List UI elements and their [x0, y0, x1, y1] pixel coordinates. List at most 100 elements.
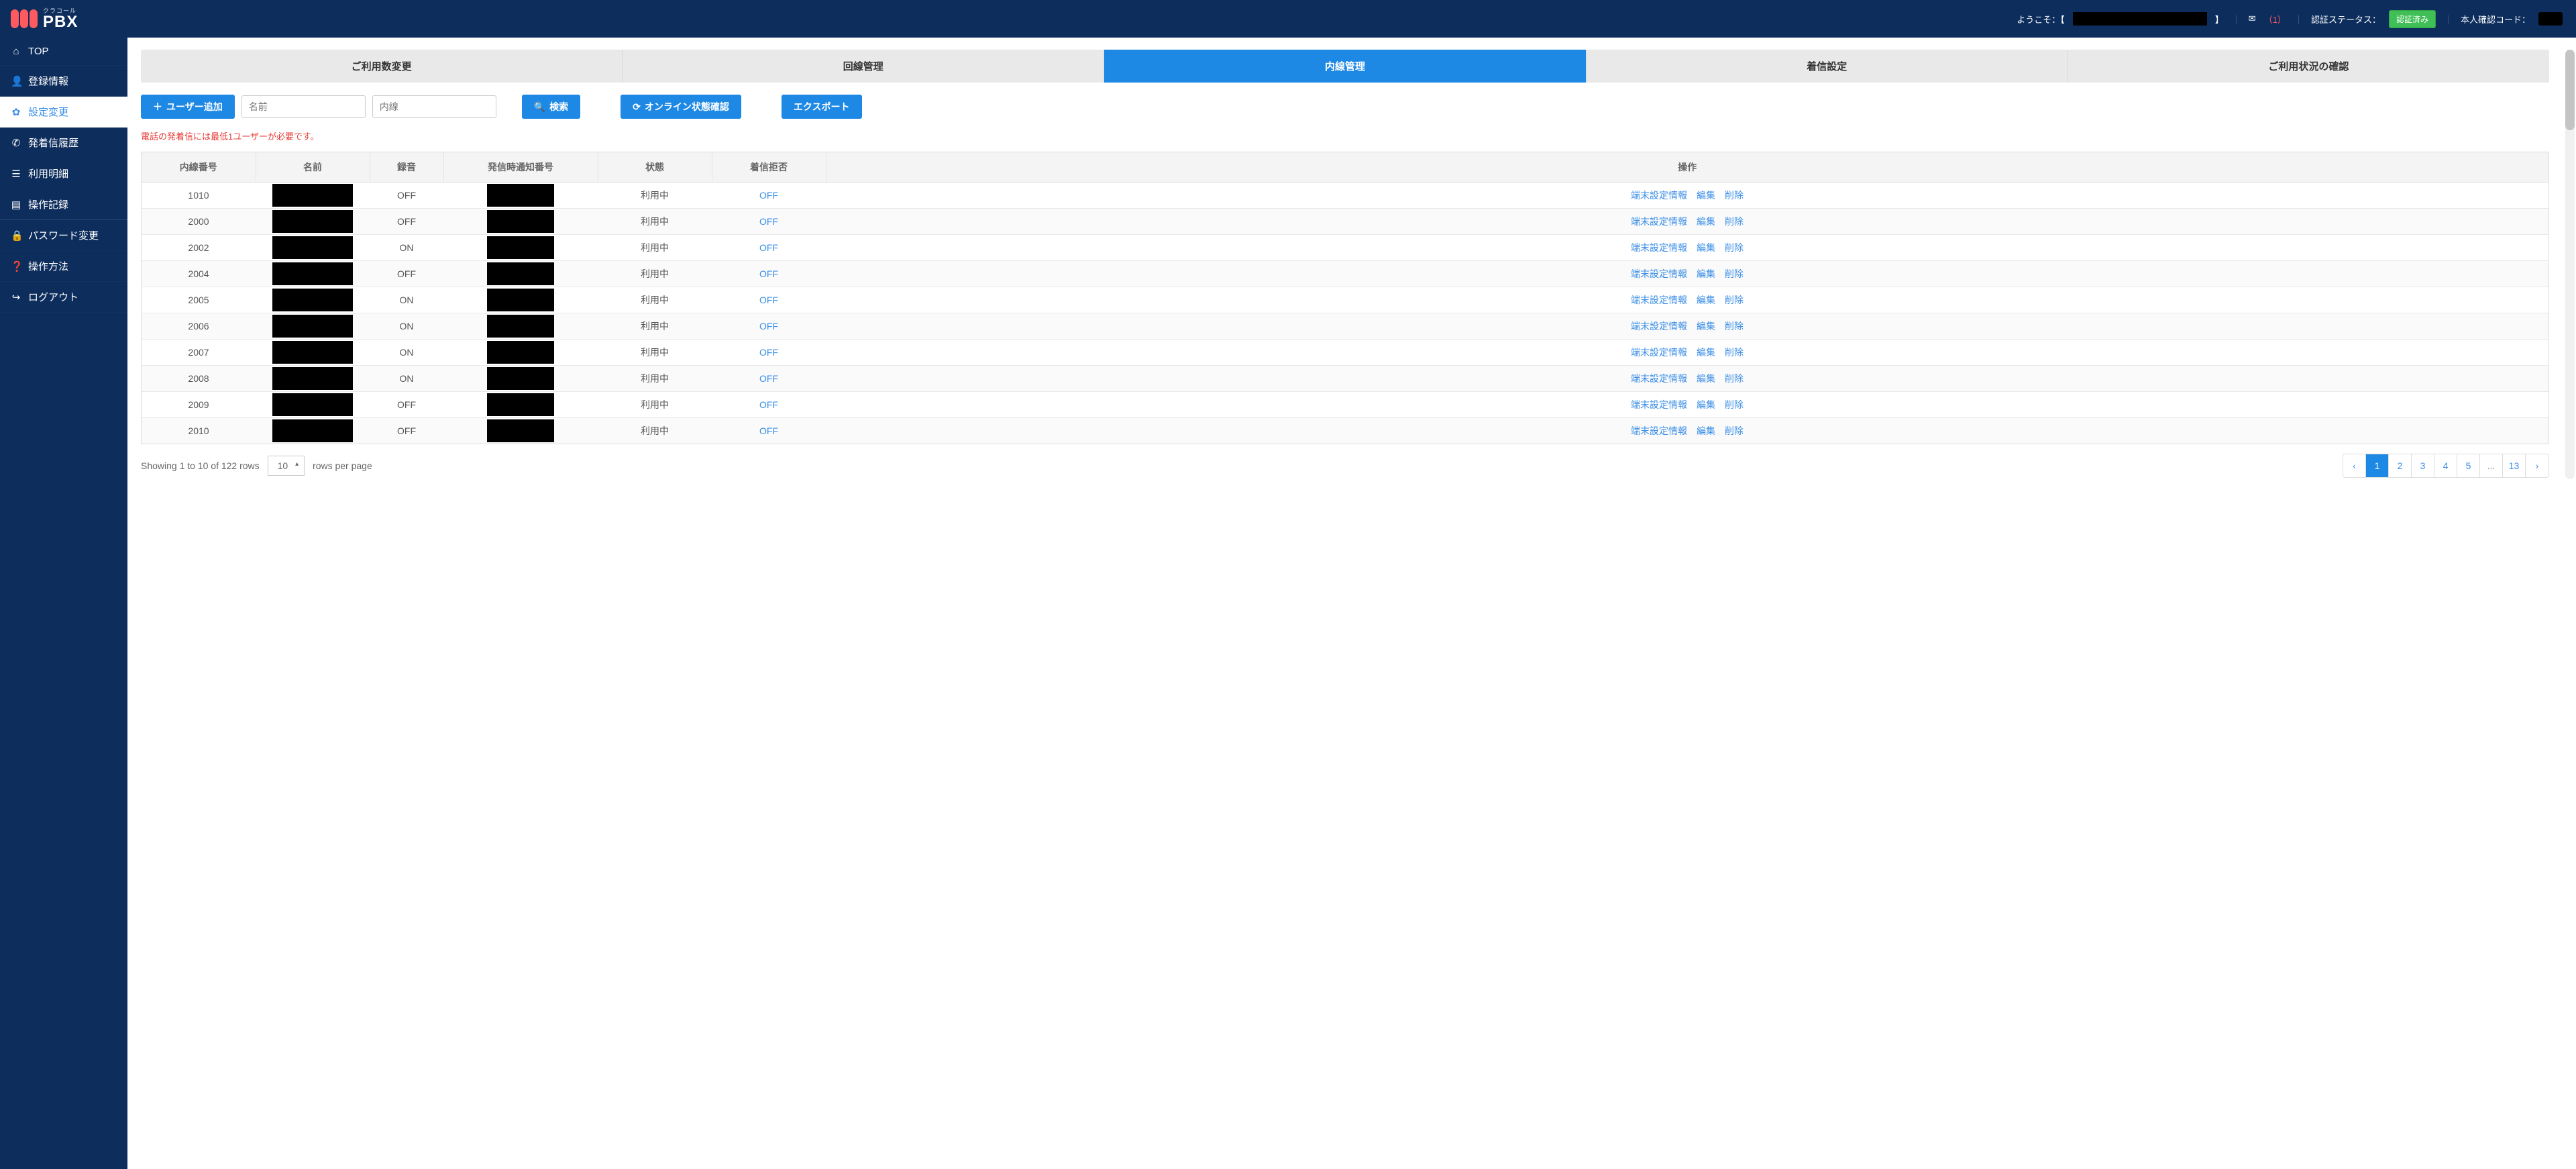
add-user-button[interactable]: ＋ ユーザー追加 — [141, 95, 235, 119]
showing-text: Showing 1 to 10 of 122 rows — [141, 460, 260, 471]
mail-icon[interactable]: ✉ — [2249, 13, 2256, 24]
cell-caller-id-redacted — [443, 366, 598, 392]
page-next[interactable]: › — [2526, 454, 2548, 477]
sidebar-item-登録情報[interactable]: 👤登録情報 — [0, 66, 127, 97]
rows-per-page-select[interactable]: 10 — [268, 456, 305, 476]
delete-link[interactable]: 削除 — [1725, 241, 1743, 254]
delete-link[interactable]: 削除 — [1725, 398, 1743, 411]
header-right: ようこそ：【 】 ｜ ✉ （1） ｜ 認証ステータス： 認証済み ｜ 本人確認コ… — [2017, 10, 2563, 28]
paginator: ‹12345...13› — [2343, 454, 2549, 478]
sidebar-item-設定変更[interactable]: ✿設定変更 — [0, 97, 127, 128]
sidebar-item-ログアウト[interactable]: ↪ログアウト — [0, 282, 127, 313]
sidebar-item-パスワード変更[interactable]: 🔒パスワード変更 — [0, 220, 127, 251]
cell-recording: OFF — [370, 392, 443, 418]
page-5[interactable]: 5 — [2457, 454, 2480, 477]
export-button[interactable]: エクスポート — [782, 95, 862, 119]
edit-link[interactable]: 編集 — [1697, 398, 1715, 411]
sidebar-item-操作方法[interactable]: ❓操作方法 — [0, 251, 127, 282]
cell-caller-id-redacted — [443, 418, 598, 444]
page-4[interactable]: 4 — [2434, 454, 2457, 477]
cell-reject[interactable]: OFF — [712, 418, 826, 444]
table-row: 2006ON利用中OFF端末設定情報編集削除 — [142, 313, 2548, 340]
cell-status: 利用中 — [598, 340, 712, 366]
terminal-info-link[interactable]: 端末設定情報 — [1631, 293, 1687, 307]
cell-reject[interactable]: OFF — [712, 261, 826, 287]
rows-per-page-label: rows per page — [313, 460, 372, 471]
sidebar-item-操作記録[interactable]: ▤操作記録 — [0, 189, 127, 220]
search-button[interactable]: 🔍 検索 — [522, 95, 580, 119]
separator: ｜ — [2294, 13, 2303, 26]
online-status-button[interactable]: ⟳ オンライン状態確認 — [621, 95, 741, 119]
terminal-info-link[interactable]: 端末設定情報 — [1631, 424, 1687, 438]
cell-caller-id-redacted — [443, 183, 598, 209]
sidebar: ⌂TOP👤登録情報✿設定変更✆発着信履歴☰利用明細▤操作記録🔒パスワード変更❓操… — [0, 38, 127, 1169]
column-header: 録音 — [370, 152, 443, 183]
cell-name-redacted — [256, 418, 370, 444]
table-row: 2009OFF利用中OFF端末設定情報編集削除 — [142, 392, 2548, 418]
logo[interactable]: クラコール PBX — [0, 8, 78, 30]
tab-着信設定[interactable]: 着信設定 — [1587, 50, 2068, 83]
scrollbar-track[interactable] — [2565, 50, 2575, 479]
cell-recording: OFF — [370, 183, 443, 209]
edit-link[interactable]: 編集 — [1697, 189, 1715, 202]
sidebar-item-発着信履歴[interactable]: ✆発着信履歴 — [0, 128, 127, 158]
delete-link[interactable]: 削除 — [1725, 372, 1743, 385]
cell-reject[interactable]: OFF — [712, 183, 826, 209]
terminal-info-link[interactable]: 端末設定情報 — [1631, 267, 1687, 281]
page-prev[interactable]: ‹ — [2343, 454, 2366, 477]
logo-icon — [11, 9, 38, 28]
cell-reject[interactable]: OFF — [712, 392, 826, 418]
edit-link[interactable]: 編集 — [1697, 215, 1715, 228]
delete-link[interactable]: 削除 — [1725, 424, 1743, 438]
cell-extension: 2002 — [142, 235, 256, 261]
terminal-info-link[interactable]: 端末設定情報 — [1631, 319, 1687, 333]
page-1[interactable]: 1 — [2366, 454, 2389, 477]
delete-link[interactable]: 削除 — [1725, 346, 1743, 359]
cell-reject[interactable]: OFF — [712, 287, 826, 313]
tab-ご利用数変更[interactable]: ご利用数変更 — [141, 50, 623, 83]
cell-extension: 2005 — [142, 287, 256, 313]
edit-link[interactable]: 編集 — [1697, 319, 1715, 333]
sidebar-item-利用明細[interactable]: ☰利用明細 — [0, 158, 127, 189]
cell-reject[interactable]: OFF — [712, 235, 826, 261]
cell-reject[interactable]: OFF — [712, 366, 826, 392]
extension-search-input[interactable] — [372, 95, 496, 118]
edit-link[interactable]: 編集 — [1697, 424, 1715, 438]
cell-reject[interactable]: OFF — [712, 209, 826, 235]
page-3[interactable]: 3 — [2412, 454, 2434, 477]
edit-link[interactable]: 編集 — [1697, 372, 1715, 385]
terminal-info-link[interactable]: 端末設定情報 — [1631, 215, 1687, 228]
terminal-info-link[interactable]: 端末設定情報 — [1631, 189, 1687, 202]
tab-回線管理[interactable]: 回線管理 — [623, 50, 1104, 83]
cell-status: 利用中 — [598, 261, 712, 287]
cell-reject[interactable]: OFF — [712, 313, 826, 340]
sidebar-item-label: 利用明細 — [28, 166, 68, 181]
delete-link[interactable]: 削除 — [1725, 189, 1743, 202]
terminal-info-link[interactable]: 端末設定情報 — [1631, 372, 1687, 385]
edit-link[interactable]: 編集 — [1697, 241, 1715, 254]
delete-link[interactable]: 削除 — [1725, 215, 1743, 228]
page-2[interactable]: 2 — [2389, 454, 2412, 477]
terminal-info-link[interactable]: 端末設定情報 — [1631, 398, 1687, 411]
edit-link[interactable]: 編集 — [1697, 293, 1715, 307]
page-13[interactable]: 13 — [2503, 454, 2526, 477]
name-search-input[interactable] — [241, 95, 366, 118]
sidebar-item-label: 設定変更 — [28, 105, 68, 119]
terminal-info-link[interactable]: 端末設定情報 — [1631, 241, 1687, 254]
cell-operations: 端末設定情報編集削除 — [826, 392, 2548, 418]
cell-extension: 2010 — [142, 418, 256, 444]
edit-link[interactable]: 編集 — [1697, 267, 1715, 281]
cell-reject[interactable]: OFF — [712, 340, 826, 366]
tab-内線管理[interactable]: 内線管理 — [1104, 50, 1586, 83]
mail-count[interactable]: （1） — [2264, 13, 2286, 26]
table-row: 2005ON利用中OFF端末設定情報編集削除 — [142, 287, 2548, 313]
sidebar-item-TOP[interactable]: ⌂TOP — [0, 38, 127, 66]
tab-ご利用状況の確認[interactable]: ご利用状況の確認 — [2068, 50, 2549, 83]
delete-link[interactable]: 削除 — [1725, 267, 1743, 281]
online-status-label: オンライン状態確認 — [645, 100, 729, 113]
scrollbar-thumb[interactable] — [2565, 50, 2575, 130]
delete-link[interactable]: 削除 — [1725, 293, 1743, 307]
edit-link[interactable]: 編集 — [1697, 346, 1715, 359]
delete-link[interactable]: 削除 — [1725, 319, 1743, 333]
terminal-info-link[interactable]: 端末設定情報 — [1631, 346, 1687, 359]
